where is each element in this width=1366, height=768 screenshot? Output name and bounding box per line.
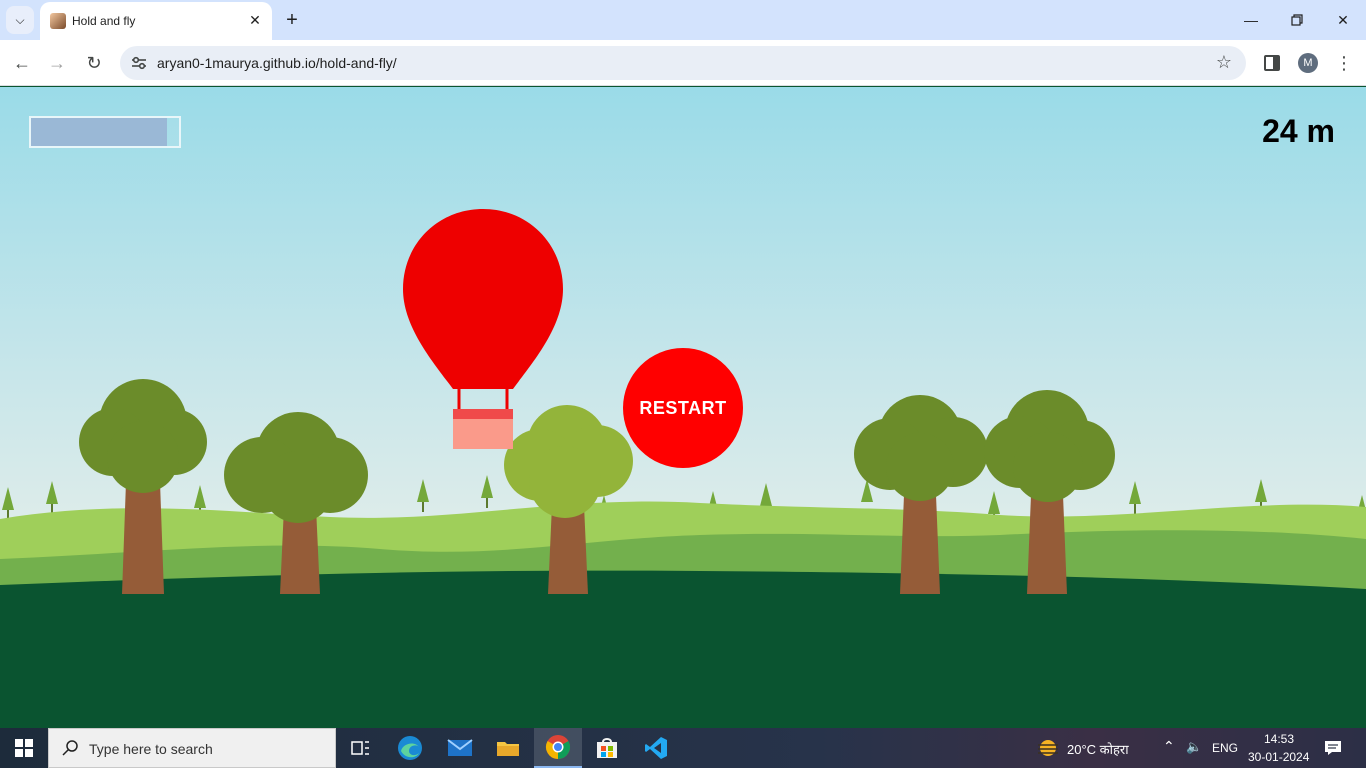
ground [0, 570, 1366, 728]
back-icon[interactable]: ← [7, 48, 37, 78]
file-explorer-icon[interactable] [484, 728, 532, 768]
taskbar-search-box[interactable]: Type here to search [48, 728, 336, 768]
browser-toolbar: ← → ↻ aryan0-1maurya.github.io/hold-and-… [0, 40, 1366, 86]
speaker-icon[interactable]: 🔈 [1186, 739, 1202, 755]
site-favicon-icon [50, 13, 66, 29]
vscode-icon[interactable] [632, 728, 680, 768]
restore-icon[interactable] [1274, 0, 1320, 40]
address-bar[interactable]: aryan0-1maurya.github.io/hold-and-fly/ ☆ [120, 46, 1246, 80]
tab-search-icon[interactable]: ⌵ [6, 6, 34, 34]
star-icon[interactable]: ☆ [1216, 52, 1232, 73]
kebab-menu-icon[interactable]: ⋮ [1334, 50, 1354, 76]
windows-start-icon[interactable] [0, 728, 48, 768]
windows-taskbar: Type here to search 20°C कोहरा ⌃ 🔈 ENG 1… [0, 728, 1366, 768]
store-icon[interactable] [583, 728, 631, 768]
game-canvas[interactable]: 24 m RESTART [0, 87, 1366, 728]
url-text: aryan0-1maurya.github.io/hold-and-fly/ [157, 55, 397, 71]
chrome-icon[interactable] [534, 728, 582, 768]
clock-date[interactable]: 30-01-2024 [1248, 750, 1309, 764]
chevron-up-icon[interactable]: ⌃ [1163, 738, 1175, 755]
tab-title: Hold and fly [72, 14, 136, 28]
weather-icon[interactable] [1036, 737, 1060, 759]
reload-icon[interactable]: ↻ [79, 48, 109, 78]
tab-strip: ⌵ Hold and fly ✕ + — ✕ [0, 0, 1366, 40]
task-view-icon[interactable] [336, 728, 384, 768]
fuel-bar [29, 116, 181, 148]
side-panel-icon[interactable] [1264, 55, 1280, 71]
search-placeholder: Type here to search [89, 741, 213, 757]
forward-icon[interactable]: → [42, 48, 72, 78]
site-settings-icon[interactable] [130, 54, 148, 72]
minimize-icon[interactable]: — [1228, 0, 1274, 40]
notifications-icon[interactable] [1324, 740, 1342, 756]
weather-text[interactable]: 20°C कोहरा [1067, 740, 1129, 758]
close-window-icon[interactable]: ✕ [1320, 0, 1366, 40]
active-tab[interactable]: Hold and fly ✕ [40, 2, 272, 40]
search-icon [62, 740, 78, 756]
hot-air-balloon [403, 209, 563, 449]
language-indicator[interactable]: ENG [1212, 741, 1238, 755]
edge-icon[interactable] [386, 728, 434, 768]
restart-button[interactable]: RESTART [623, 348, 743, 468]
clock-time[interactable]: 14:53 [1264, 732, 1294, 746]
profile-avatar[interactable]: M [1298, 53, 1318, 73]
close-icon[interactable]: ✕ [246, 11, 264, 29]
fuel-bar-fill [31, 118, 168, 146]
mail-icon[interactable] [436, 728, 484, 768]
distance-counter: 24 m [1262, 113, 1335, 149]
plus-icon[interactable]: + [280, 8, 304, 32]
